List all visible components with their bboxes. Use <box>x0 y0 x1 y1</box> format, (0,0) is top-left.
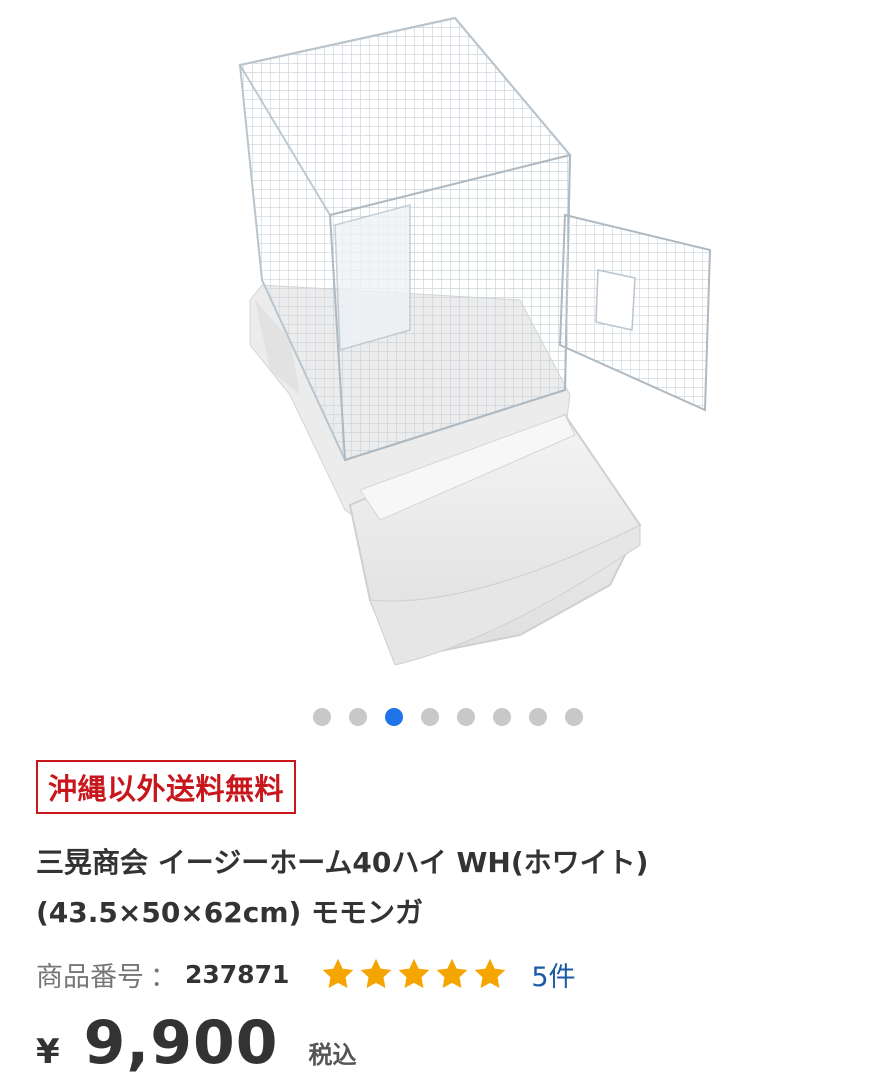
product-title: 三晃商会 イージーホーム40ハイ WH(ホワイト) (43.5×50×62cm)… <box>36 846 649 929</box>
carousel-dot[interactable] <box>456 708 475 726</box>
product-meta-row: 商品番号 ： 237871 5件 <box>36 952 576 996</box>
item-number-value: 237871 <box>185 959 290 989</box>
review-count-link[interactable]: 5件 <box>531 955 575 994</box>
carousel-dot[interactable] <box>492 708 511 726</box>
star-icon <box>357 956 395 992</box>
price-row: ¥ 9,900 税込 <box>36 1008 356 1080</box>
carousel-dot-active[interactable] <box>384 708 403 726</box>
product-page: 沖縄以外送料無料 三晃商会 イージーホーム40ハイ WH(ホワイト) (43.5… <box>0 0 895 1080</box>
tax-included-label: 税込 <box>308 1041 357 1069</box>
star-icon <box>319 956 357 992</box>
carousel-dot[interactable] <box>528 708 547 726</box>
star-icon <box>471 956 509 992</box>
currency-symbol: ¥ <box>36 1032 60 1072</box>
carousel-dot[interactable] <box>312 708 331 726</box>
item-number-label: 商品番号 <box>36 961 144 993</box>
carousel-dots <box>0 708 895 728</box>
carousel-dot[interactable] <box>564 708 583 726</box>
item-number-separator: ： <box>150 961 177 993</box>
rating-stars[interactable] <box>319 956 509 992</box>
star-icon <box>433 956 471 992</box>
carousel-dot[interactable] <box>420 708 439 726</box>
product-image[interactable] <box>0 0 895 700</box>
carousel-dot[interactable] <box>348 708 367 726</box>
free-shipping-badge: 沖縄以外送料無料 <box>36 760 297 814</box>
star-icon <box>395 956 433 992</box>
price-value: 9,900 <box>83 1008 279 1078</box>
